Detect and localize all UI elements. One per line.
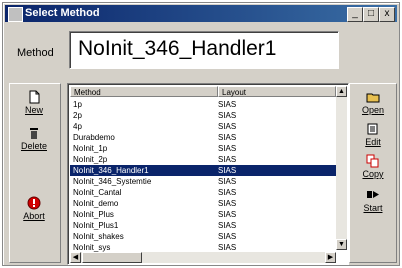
horizontal-scroll-thumb[interactable] [82, 252, 142, 263]
delete-button-label: Delete [20, 141, 47, 151]
method-cell: Durabdemo [73, 133, 115, 142]
new-document-icon [27, 90, 41, 104]
column-header-layout[interactable]: Layout [218, 86, 336, 97]
layout-cell: SIAS [218, 100, 237, 109]
list-row[interactable]: 4p SIAS [70, 121, 336, 132]
method-cell: NoInit_Plus1 [73, 221, 119, 230]
scroll-right-button[interactable]: ▶ [325, 252, 336, 263]
method-name-field[interactable]: NoInit_346_Handler1 [69, 31, 339, 69]
layout-cell: SIAS [218, 199, 237, 208]
list-row[interactable]: Durabdemo SIAS [70, 132, 336, 143]
list-row[interactable]: NoInit_Cantal SIAS [70, 187, 336, 198]
app-icon [8, 7, 23, 22]
method-rows: 1p SIAS 2p SIAS 4p SIAS Durabdemo SIAS NoInit_1p… [70, 99, 336, 253]
start-button-label: Start [363, 203, 383, 213]
layout-cell: SIAS [218, 111, 237, 120]
list-row[interactable]: 2p SIAS [70, 110, 336, 121]
list-row[interactable]: NoInit_Plus SIAS [70, 209, 336, 220]
open-button-label: Open [361, 105, 385, 115]
open-button[interactable]: Open [353, 90, 393, 115]
vertical-scrollbar[interactable]: ▲ ▼ [336, 86, 347, 250]
list-row[interactable]: NoInit_demo SIAS [70, 198, 336, 209]
scroll-down-button[interactable]: ▼ [336, 239, 347, 250]
method-cell: NoInit_demo [73, 199, 119, 208]
window-title: Select Method [25, 7, 100, 19]
method-cell: NoInit_Plus [73, 210, 114, 219]
copy-button-label: Copy [362, 169, 384, 179]
layout-cell: SIAS [218, 122, 237, 131]
right-button-panel: Open Edit Copy Start [349, 83, 397, 263]
left-button-panel: New Delete Abort [9, 83, 61, 263]
close-button[interactable]: x [379, 7, 395, 22]
method-label: Method [17, 47, 54, 59]
abort-button-label: Abort [23, 211, 45, 221]
method-cell: NoInit_Cantal [73, 188, 122, 197]
select-method-dialog: Select Method _ □ x Method NoInit_346_Ha… [2, 2, 400, 266]
new-button[interactable]: New [14, 90, 54, 115]
layout-cell: SIAS [218, 221, 237, 230]
layout-cell: SIAS [218, 166, 237, 175]
title-bar[interactable]: Select Method _ □ x [5, 5, 397, 22]
edit-button-label: Edit [365, 137, 381, 147]
method-list[interactable]: Method Layout 1p SIAS 2p SIAS 4p SIAS Durabdem… [67, 83, 349, 265]
layout-cell: SIAS [218, 232, 237, 241]
method-cell: 4p [73, 122, 82, 131]
new-button-label: New [24, 105, 43, 115]
list-row[interactable]: 1p SIAS [70, 99, 336, 110]
method-cell: NoInit_shakes [73, 232, 124, 241]
method-cell: NoInit_1p [73, 144, 108, 153]
scroll-up-button[interactable]: ▲ [336, 86, 347, 97]
horizontal-scrollbar[interactable]: ◀ ▶ [70, 252, 336, 263]
delete-button[interactable]: Delete [14, 126, 54, 151]
edit-button[interactable]: Edit [353, 122, 393, 147]
method-cell: 1p [73, 100, 82, 109]
trash-icon [27, 126, 41, 140]
list-row[interactable]: NoInit_Plus1 SIAS [70, 220, 336, 231]
method-name-value: NoInit_346_Handler1 [78, 37, 277, 60]
layout-cell: SIAS [218, 133, 237, 142]
layout-cell: SIAS [218, 155, 237, 164]
column-header-method[interactable]: Method [70, 86, 218, 97]
abort-icon [27, 196, 41, 210]
edit-icon [366, 122, 380, 136]
list-row[interactable]: NoInit_shakes SIAS [70, 231, 336, 242]
maximize-button[interactable]: □ [363, 7, 379, 22]
layout-cell: SIAS [218, 210, 237, 219]
start-button[interactable]: Start [353, 188, 393, 213]
method-cell: NoInit_346_Handler1 [73, 166, 149, 175]
copy-button[interactable]: Copy [353, 154, 393, 179]
list-row[interactable]: NoInit_346_Handler1 SIAS [70, 165, 336, 176]
start-icon [366, 188, 380, 202]
method-cell: NoInit_346_Systemtie [73, 177, 152, 186]
scroll-left-button[interactable]: ◀ [70, 252, 81, 263]
list-row[interactable]: NoInit_2p SIAS [70, 154, 336, 165]
copy-icon [366, 154, 380, 168]
layout-cell: SIAS [218, 177, 237, 186]
layout-cell: SIAS [218, 188, 237, 197]
list-row[interactable]: NoInit_346_Systemtie SIAS [70, 176, 336, 187]
method-cell: NoInit_2p [73, 155, 108, 164]
minimize-button[interactable]: _ [347, 7, 363, 22]
abort-button[interactable]: Abort [14, 196, 54, 221]
method-cell: 2p [73, 111, 82, 120]
open-folder-icon [366, 90, 380, 104]
layout-cell: SIAS [218, 144, 237, 153]
list-row[interactable]: NoInit_1p SIAS [70, 143, 336, 154]
